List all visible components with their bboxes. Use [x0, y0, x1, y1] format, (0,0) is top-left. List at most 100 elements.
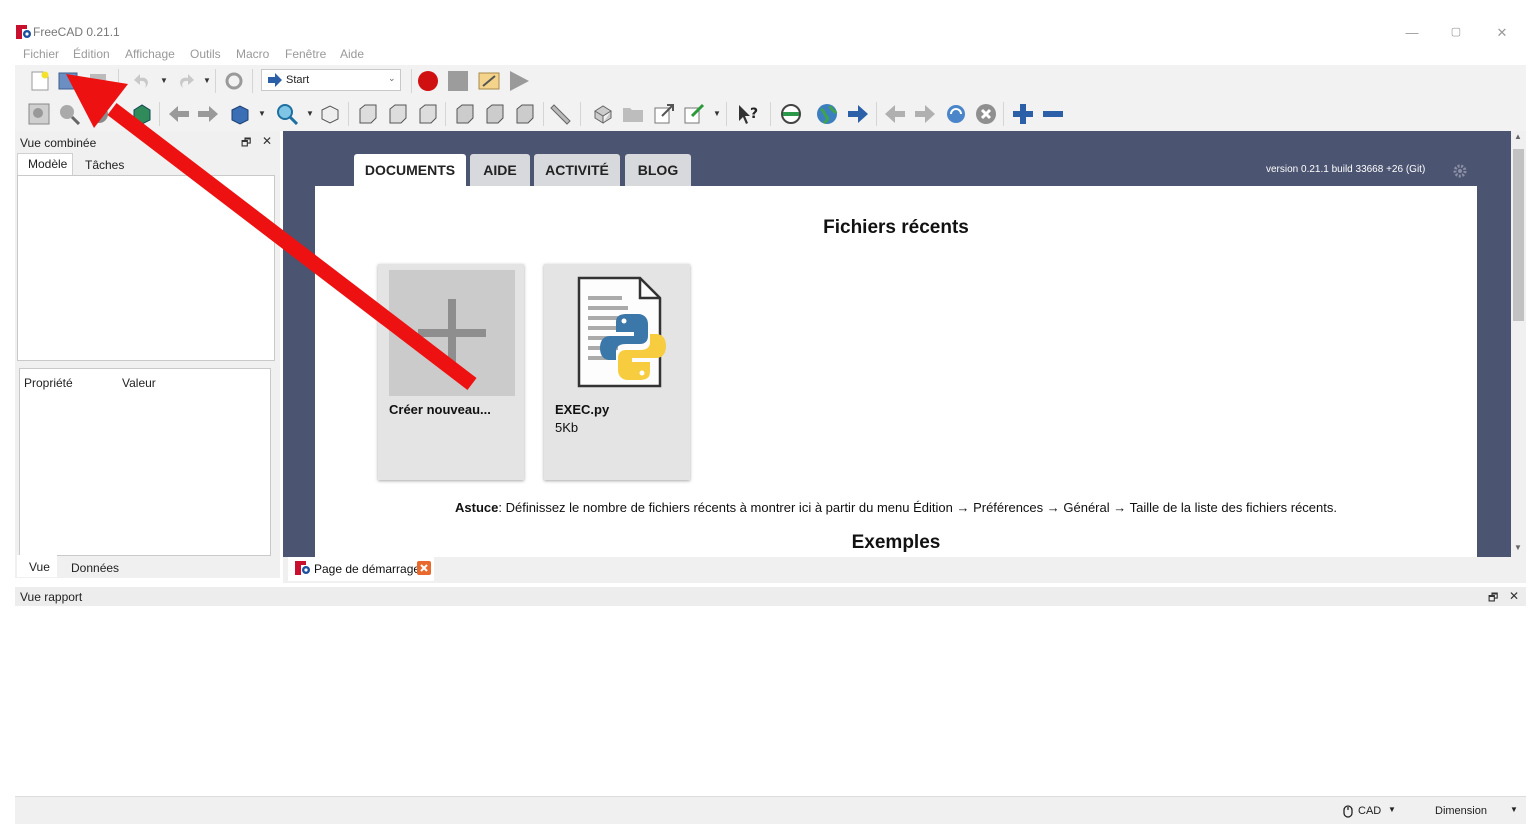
close-tab-icon[interactable]: [417, 561, 431, 575]
whats-this-icon[interactable]: ?: [737, 103, 759, 125]
arrow-left-icon[interactable]: [168, 103, 190, 125]
zoom-out-minus-icon[interactable]: [1042, 103, 1064, 125]
tab-vue-label: Vue: [29, 560, 50, 574]
report-view-output[interactable]: [15, 606, 1526, 794]
scroll-up-icon[interactable]: ▲: [1514, 132, 1522, 141]
tab-taches[interactable]: Tâches: [85, 158, 124, 172]
tab-activite[interactable]: ACTIVITÉ: [534, 154, 620, 186]
web-open-icon[interactable]: [847, 103, 869, 125]
value-header: Valeur: [122, 376, 156, 390]
part-icon[interactable]: [592, 103, 614, 125]
menu-fenetre[interactable]: Fenêtre: [285, 47, 326, 61]
tab-blog[interactable]: BLOG: [625, 154, 691, 186]
combo-view-title: Vue combinée: [20, 136, 97, 150]
minimize-button[interactable]: —: [1390, 22, 1434, 43]
close-panel-icon[interactable]: ✕: [262, 134, 272, 148]
open-document-icon[interactable]: [57, 70, 79, 92]
undo-icon[interactable]: [131, 70, 153, 92]
bounding-box-icon[interactable]: [131, 103, 153, 125]
create-new-card[interactable]: Créer nouveau...: [378, 264, 524, 480]
web-globe-icon[interactable]: [816, 103, 838, 125]
tip-text: : Définissez le nombre de fichiers récen…: [498, 500, 1337, 515]
view-bottom-icon[interactable]: [484, 103, 506, 125]
units-dropdown-icon[interactable]: ▼: [1510, 805, 1518, 814]
tab-aide-label: AIDE: [483, 162, 517, 178]
examples-heading: Exemples: [851, 532, 941, 553]
start-page-area: DOCUMENTS AIDE ACTIVITÉ BLOG version 0.2…: [283, 131, 1511, 557]
record-macro-icon[interactable]: [417, 70, 439, 92]
zoom-icon[interactable]: [276, 103, 298, 125]
link-actions-icon[interactable]: [683, 103, 705, 125]
folder-icon[interactable]: [622, 103, 644, 125]
tab-blog-label: BLOG: [637, 162, 679, 178]
tab-donnees[interactable]: Données: [71, 561, 119, 575]
menu-fichier[interactable]: Fichier: [23, 47, 59, 61]
view-left-icon[interactable]: [514, 103, 536, 125]
float-panel-icon[interactable]: 🗗: [241, 134, 251, 153]
section-view-icon[interactable]: [780, 103, 802, 125]
tab-modele[interactable]: Modèle: [17, 153, 73, 175]
new-document-icon[interactable]: [29, 70, 51, 92]
arrow-right-icon[interactable]: [197, 103, 219, 125]
scroll-down-icon[interactable]: ▼: [1514, 543, 1522, 552]
redo-icon[interactable]: [175, 70, 197, 92]
start-page-tab[interactable]: Page de démarrage: [288, 557, 434, 581]
navigation-dropdown-icon[interactable]: ▼: [1388, 805, 1396, 814]
refresh-icon[interactable]: [223, 70, 245, 92]
scrollbar-thumb[interactable]: [1513, 149, 1524, 321]
units-selector[interactable]: Dimension: [1435, 805, 1487, 817]
fit-all-icon[interactable]: [28, 103, 50, 125]
view-front-icon[interactable]: [357, 103, 379, 125]
link-icon[interactable]: [653, 103, 675, 125]
window-title: FreeCAD 0.21.1: [33, 25, 120, 39]
isometric-view-icon[interactable]: [229, 103, 251, 125]
fit-selection-icon[interactable]: [58, 103, 80, 125]
menu-affichage[interactable]: Affichage: [125, 47, 175, 61]
tab-documents[interactable]: DOCUMENTS: [354, 154, 466, 186]
tab-aide[interactable]: AIDE: [470, 154, 530, 186]
stop-macro-icon[interactable]: [447, 70, 469, 92]
tab-modele-label: Modèle: [28, 157, 68, 171]
start-page-tab-label: Page de démarrage: [314, 562, 421, 576]
measure-icon[interactable]: [550, 103, 572, 125]
workbench-selector[interactable]: Start ⌄: [261, 69, 401, 91]
zoom-dropdown-icon[interactable]: ▼: [306, 109, 314, 118]
freecad-logo-icon: [16, 25, 31, 39]
save-document-icon[interactable]: [87, 70, 109, 92]
web-stop-icon[interactable]: [975, 103, 997, 125]
combo-view-panel: Vue combinée 🗗 ✕ Modèle Tâches Propriété…: [15, 131, 280, 578]
tab-activite-label: ACTIVITÉ: [545, 162, 609, 178]
undo-dropdown-icon[interactable]: ▼: [160, 76, 168, 85]
menu-aide[interactable]: Aide: [340, 47, 364, 61]
view-dropdown-icon[interactable]: ▼: [258, 109, 266, 118]
model-tree[interactable]: [17, 175, 275, 361]
navigation-style[interactable]: CAD: [1358, 805, 1381, 817]
recent-file-card[interactable]: EXEC.py 5Kb: [544, 264, 690, 480]
menu-edition[interactable]: Édition: [73, 47, 110, 61]
gear-icon[interactable]: [1452, 163, 1468, 179]
web-forward-icon[interactable]: [914, 103, 936, 125]
view-iso-cube-icon[interactable]: [319, 103, 341, 125]
web-refresh-icon[interactable]: [945, 103, 967, 125]
tab-vue[interactable]: Vue: [17, 555, 57, 577]
view-top-icon[interactable]: [387, 103, 409, 125]
property-view[interactable]: Propriété Valeur: [19, 368, 271, 556]
restore-button[interactable]: ▢: [1434, 22, 1478, 43]
close-panel-icon[interactable]: ✕: [1509, 589, 1519, 603]
link-dropdown-icon[interactable]: ▼: [713, 109, 721, 118]
draw-style-icon[interactable]: [88, 103, 110, 125]
edit-macro-icon[interactable]: [478, 70, 500, 92]
run-macro-icon[interactable]: [508, 70, 530, 92]
web-back-icon[interactable]: [884, 103, 906, 125]
menu-macro[interactable]: Macro: [236, 47, 269, 61]
menu-outils[interactable]: Outils: [190, 47, 221, 61]
zoom-in-plus-icon[interactable]: [1012, 103, 1034, 125]
create-new-label: Créer nouveau...: [389, 402, 491, 417]
redo-dropdown-icon[interactable]: ▼: [203, 76, 211, 85]
close-button[interactable]: ✕: [1480, 22, 1524, 43]
svg-text:?: ?: [750, 106, 758, 122]
view-rear-icon[interactable]: [454, 103, 476, 125]
chevron-down-icon: ⌄: [388, 73, 396, 83]
view-right-icon[interactable]: [417, 103, 439, 125]
title-bar: FreeCAD 0.21.1 — ▢ ✕: [15, 22, 1526, 43]
